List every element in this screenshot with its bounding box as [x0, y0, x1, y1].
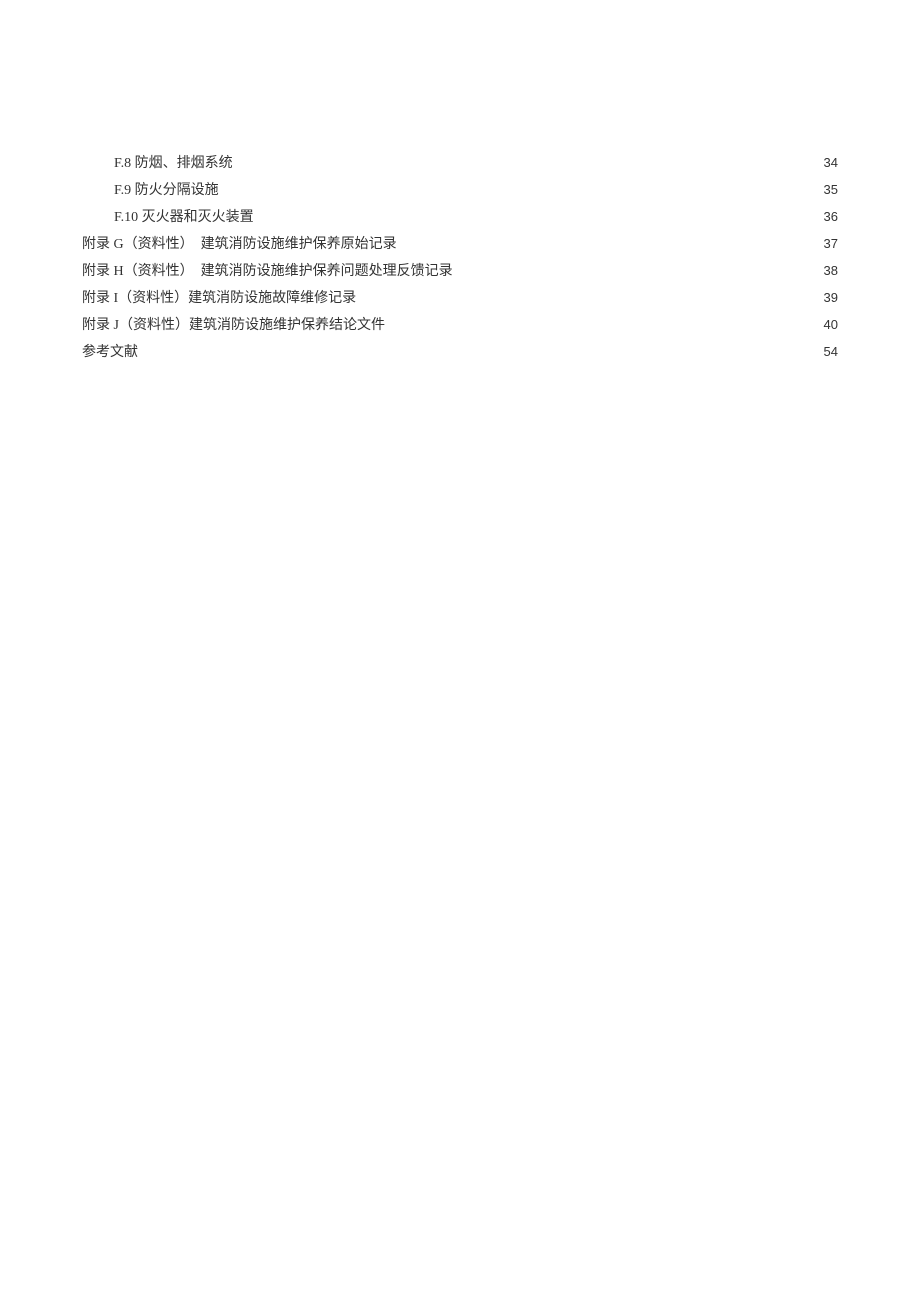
toc-page-number: 39: [824, 285, 838, 311]
toc-leader-dots: [399, 234, 822, 248]
toc-leader-dots: [221, 180, 822, 194]
toc-leader-dots: [387, 315, 822, 329]
toc-label: F.9 防火分隔设施: [114, 178, 219, 204]
toc-page-number: 34: [824, 150, 838, 176]
toc-entry: F.9 防火分隔设施 35: [82, 177, 838, 204]
toc-entry: 附录 I（资料性）建筑消防设施故障维修记录 39: [82, 285, 838, 312]
toc-label: 参考文献: [82, 340, 138, 366]
toc-entry: F.8 防烟、排烟系统 34: [82, 150, 838, 177]
toc-label: 附录 G（资料性） 建筑消防设施维护保养原始记录: [82, 232, 397, 258]
toc-page-number: 37: [824, 231, 838, 257]
toc-page-number: 38: [824, 258, 838, 284]
toc-label: F.10 灭火器和灭火装置: [114, 205, 254, 231]
toc-entry: 参考文献 54: [82, 339, 838, 366]
toc-entry: 附录 J（资料性）建筑消防设施维护保养结论文件 40: [82, 312, 838, 339]
toc-leader-dots: [256, 207, 822, 221]
toc-page-number: 54: [824, 339, 838, 365]
toc-label: F.8 防烟、排烟系统: [114, 151, 233, 177]
toc-entry: F.10 灭火器和灭火装置 36: [82, 204, 838, 231]
table-of-contents: F.8 防烟、排烟系统 34 F.9 防火分隔设施 35 F.10 灭火器和灭火…: [82, 150, 838, 366]
toc-label: 附录 I（资料性）建筑消防设施故障维修记录: [82, 286, 356, 312]
toc-page-number: 40: [824, 312, 838, 338]
toc-entry: 附录 H（资料性） 建筑消防设施维护保养问题处理反馈记录 38: [82, 258, 838, 285]
toc-label: 附录 J（资料性）建筑消防设施维护保养结论文件: [82, 313, 385, 339]
toc-leader-dots: [455, 261, 822, 275]
toc-page-number: 35: [824, 177, 838, 203]
toc-entry: 附录 G（资料性） 建筑消防设施维护保养原始记录 37: [82, 231, 838, 258]
toc-leader-dots: [358, 288, 821, 302]
toc-page-number: 36: [824, 204, 838, 230]
toc-label: 附录 H（资料性） 建筑消防设施维护保养问题处理反馈记录: [82, 259, 453, 285]
toc-leader-dots: [140, 342, 822, 356]
toc-leader-dots: [235, 153, 822, 167]
